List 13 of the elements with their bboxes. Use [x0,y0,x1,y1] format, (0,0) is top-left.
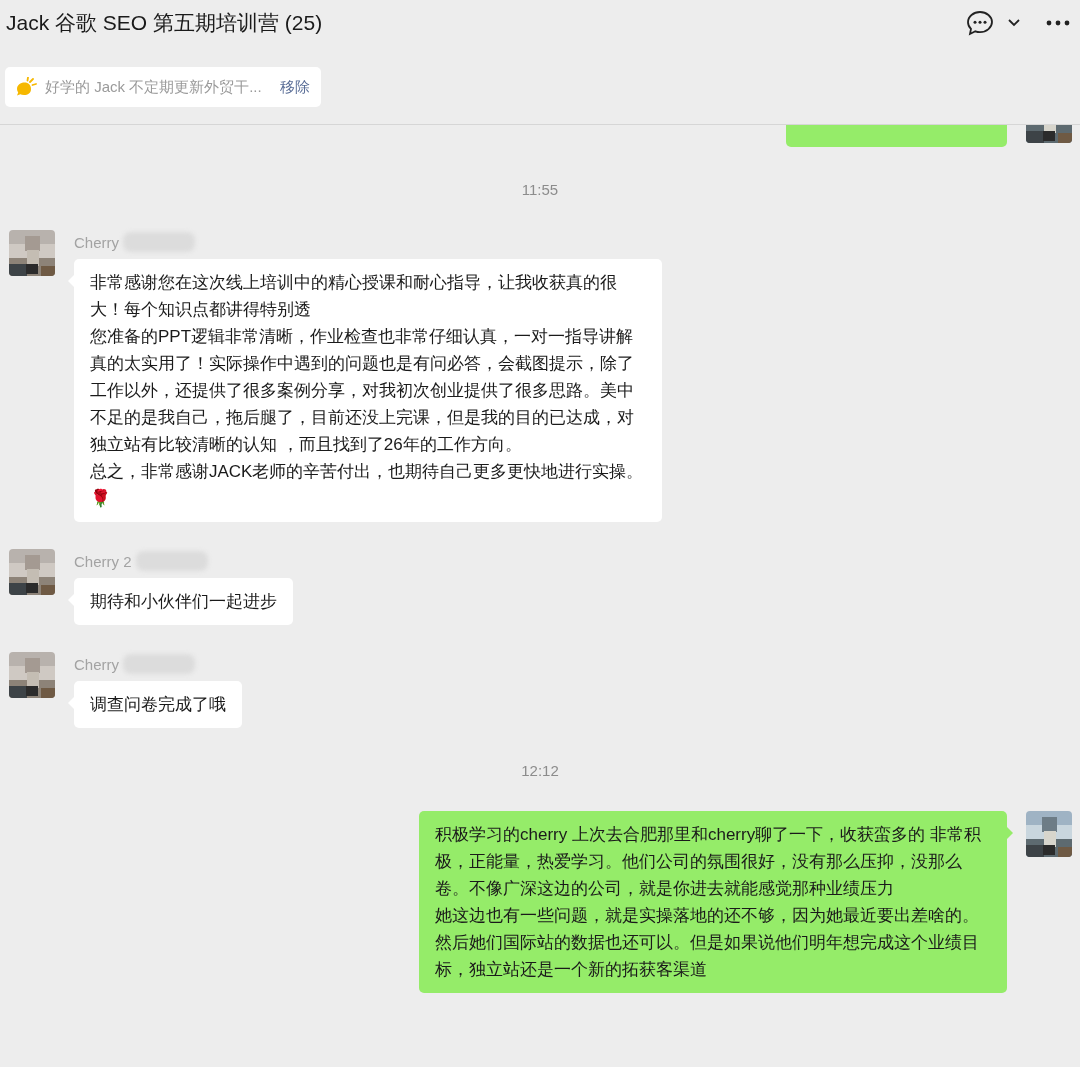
sender-name: Cherry 2 [74,552,132,570]
pinned-notice[interactable]: 好学的 Jack 不定期更新外贸干... 移除 [5,67,321,107]
sender-name: Cherry [74,233,119,251]
announcement-icon [15,77,37,97]
chat-icon[interactable] [966,10,994,36]
timestamp: 12:12 [521,761,559,781]
remove-link[interactable]: 移除 [279,77,310,97]
sender-name: Cherry [74,655,119,673]
notice-text: 好学的 Jack 不定期更新外贸干... [45,77,262,97]
window-title: Jack 谷歌 SEO 第五期培训营 (25) [6,10,324,36]
timestamp: 11:55 [521,180,559,200]
more-icon[interactable] [1046,20,1070,26]
chevron-down-icon[interactable] [1008,19,1020,27]
